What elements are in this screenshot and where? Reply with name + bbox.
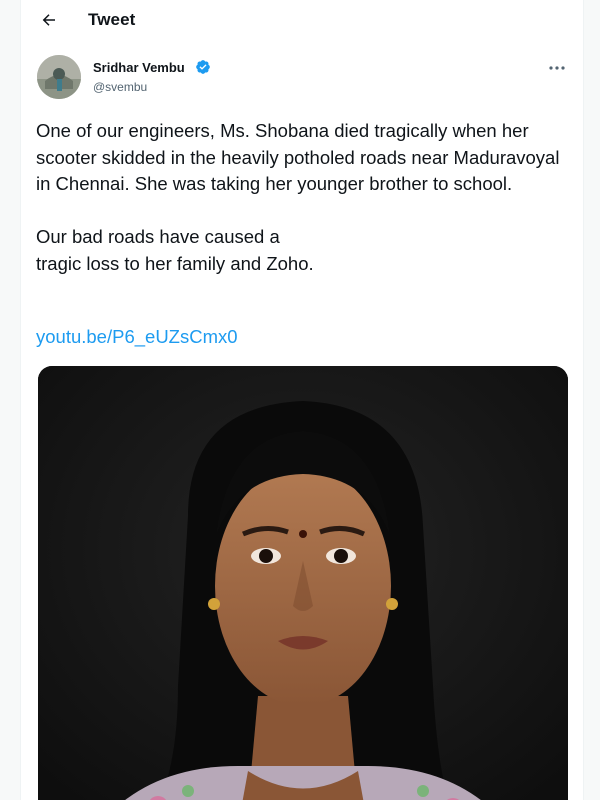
tweet-line: Our bad roads have caused a (36, 226, 280, 247)
tweet-paragraph: Our bad roads have caused a tragic loss … (36, 224, 566, 277)
tweet-link[interactable]: youtu.be/P6_eUZsCmx0 (36, 326, 238, 348)
tweet-header: Tweet (21, 0, 583, 40)
page-left-gutter (0, 0, 20, 800)
more-dots-icon (549, 66, 565, 70)
author-name[interactable]: Sridhar Vembu (93, 60, 185, 75)
tweet-panel: Tweet Sridhar Vembu @svembu One of our e… (20, 0, 584, 800)
more-options-button[interactable] (543, 56, 571, 80)
tweet-paragraph: One of our engineers, Ms. Shobana died t… (36, 120, 560, 194)
avatar[interactable] (37, 55, 81, 99)
verified-badge-icon (196, 60, 210, 74)
page-title: Tweet (88, 10, 136, 29)
portrait-photo (38, 366, 568, 800)
tweet-media-image[interactable] (38, 366, 568, 800)
page-right-gutter (583, 0, 600, 800)
back-button[interactable] (33, 4, 65, 36)
author-handle[interactable]: @svembu (93, 80, 147, 94)
tweet-line: tragic loss to her family and Zoho. (36, 252, 314, 274)
tweet-text: One of our engineers, Ms. Shobana died t… (36, 118, 566, 277)
arrow-left-icon (42, 14, 55, 26)
avatar-image (37, 55, 81, 99)
